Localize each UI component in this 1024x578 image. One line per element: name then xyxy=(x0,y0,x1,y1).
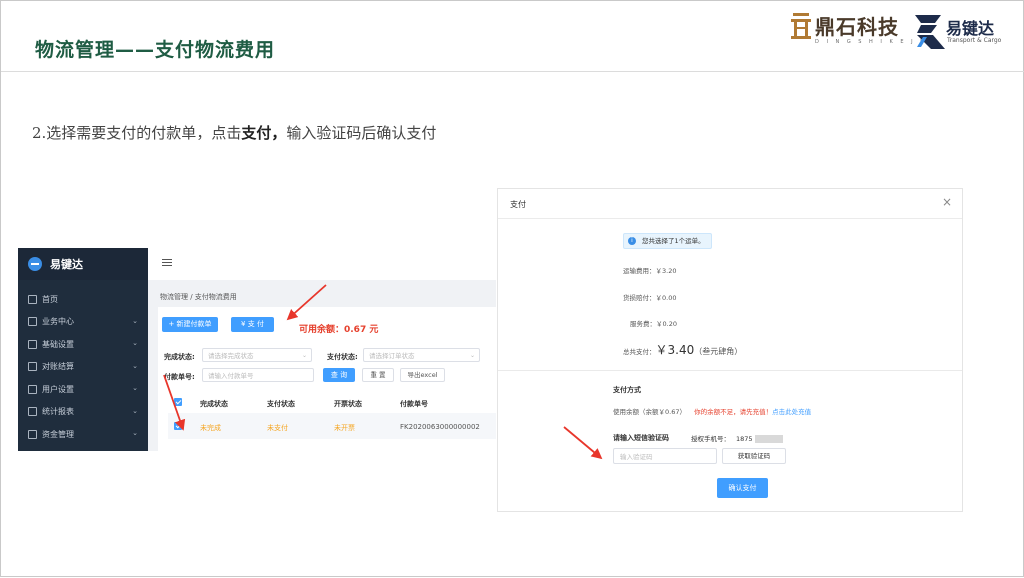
arrow-to-pay-button xyxy=(286,284,327,321)
slide: 物流管理——支付物流费用 鼎石科技 D I N G S H I K E J I … xyxy=(0,0,1024,577)
annotation-arrows xyxy=(163,284,603,460)
arrow-to-code-input xyxy=(563,426,603,460)
arrow-to-row-checkbox xyxy=(163,374,186,431)
